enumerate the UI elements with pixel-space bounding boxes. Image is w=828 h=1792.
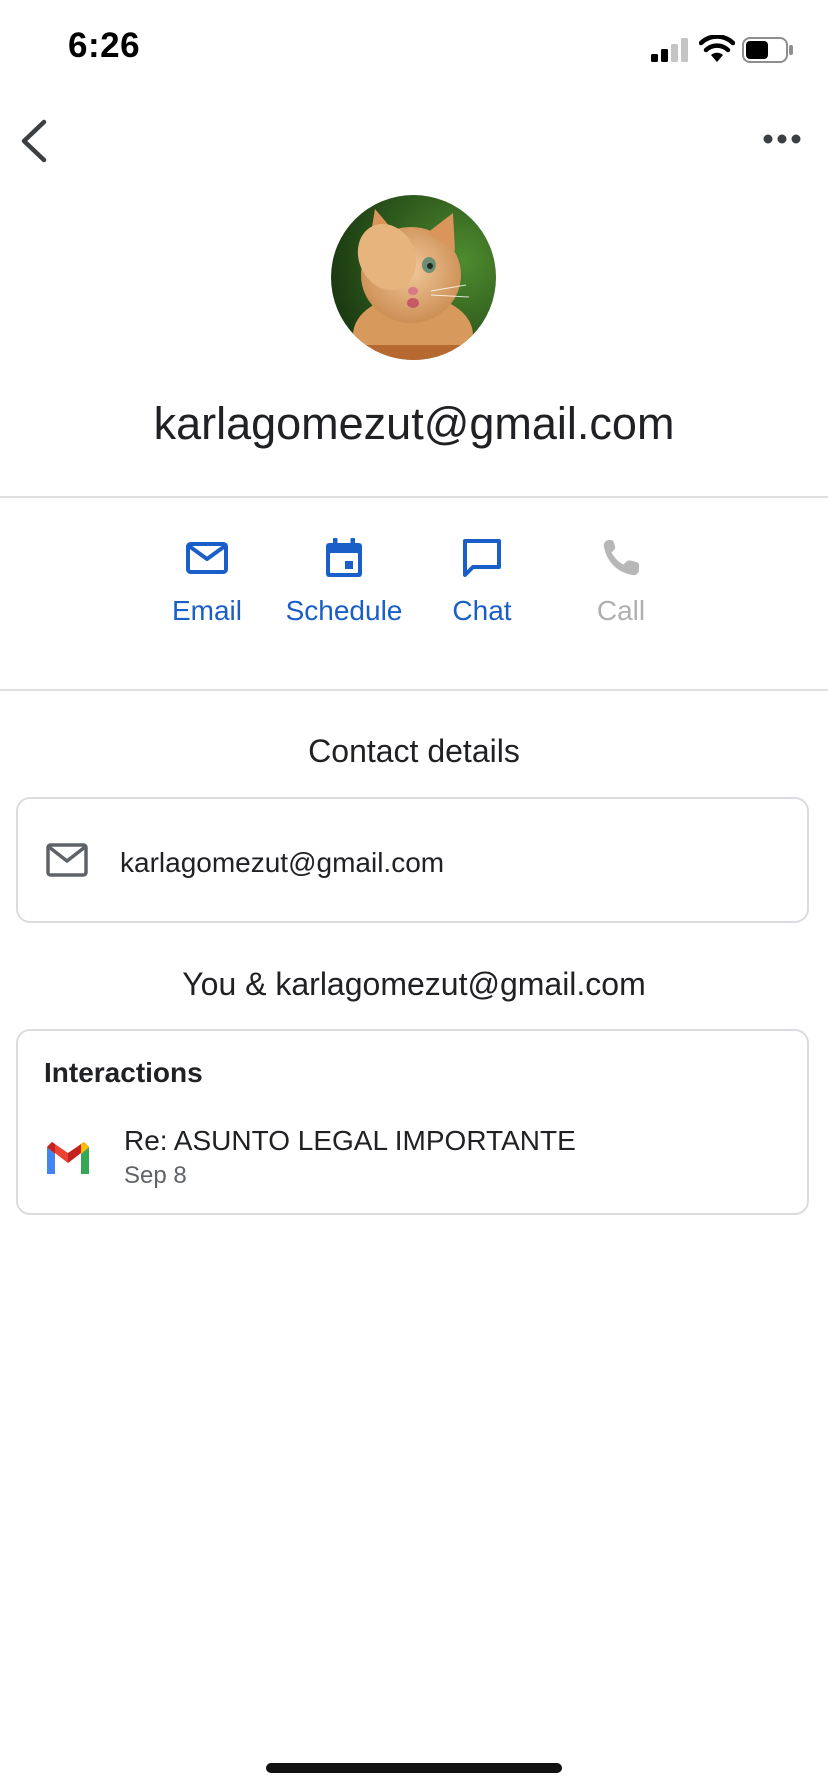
schedule-action-label: Schedule (285, 595, 403, 626)
chat-action-label: Chat (452, 595, 512, 626)
shared-section-heading: You & karlagomezut@gmail.com (182, 966, 646, 1002)
divider (0, 496, 828, 498)
phone-icon (603, 540, 639, 576)
call-action-button[interactable]: Call (551, 535, 691, 627)
home-indicator[interactable] (266, 1763, 562, 1773)
contact-avatar (331, 195, 496, 360)
interaction-date: Sep 8 (124, 1162, 187, 1189)
calendar-icon (326, 538, 362, 577)
gmail-icon (47, 1142, 89, 1174)
chat-icon (463, 539, 501, 577)
kitten-photo (331, 195, 496, 360)
mail-icon (186, 542, 228, 574)
cellular-signal-icon (651, 38, 688, 62)
contact-details-heading: Contact details (308, 733, 520, 769)
divider (0, 689, 828, 691)
email-action-label: Email (171, 595, 242, 626)
mail-icon (46, 843, 88, 877)
contact-name: karlagomezut@gmail.com (153, 398, 675, 449)
wifi-icon (699, 35, 735, 62)
battery-icon (742, 37, 793, 63)
status-time: 6:26 (68, 26, 141, 65)
more-options-icon[interactable] (762, 132, 802, 146)
interaction-subject[interactable]: Re: ASUNTO LEGAL IMPORTANTE (124, 1125, 576, 1157)
contact-email-value[interactable]: karlagomezut@gmail.com (120, 847, 444, 879)
chat-action-button[interactable]: Chat (412, 535, 552, 627)
back-arrow-icon[interactable] (14, 118, 54, 164)
call-action-label: Call (596, 595, 646, 626)
schedule-action-button[interactable]: Schedule (274, 535, 414, 627)
email-action-button[interactable]: Email (137, 535, 277, 627)
interactions-heading: Interactions (44, 1057, 203, 1088)
